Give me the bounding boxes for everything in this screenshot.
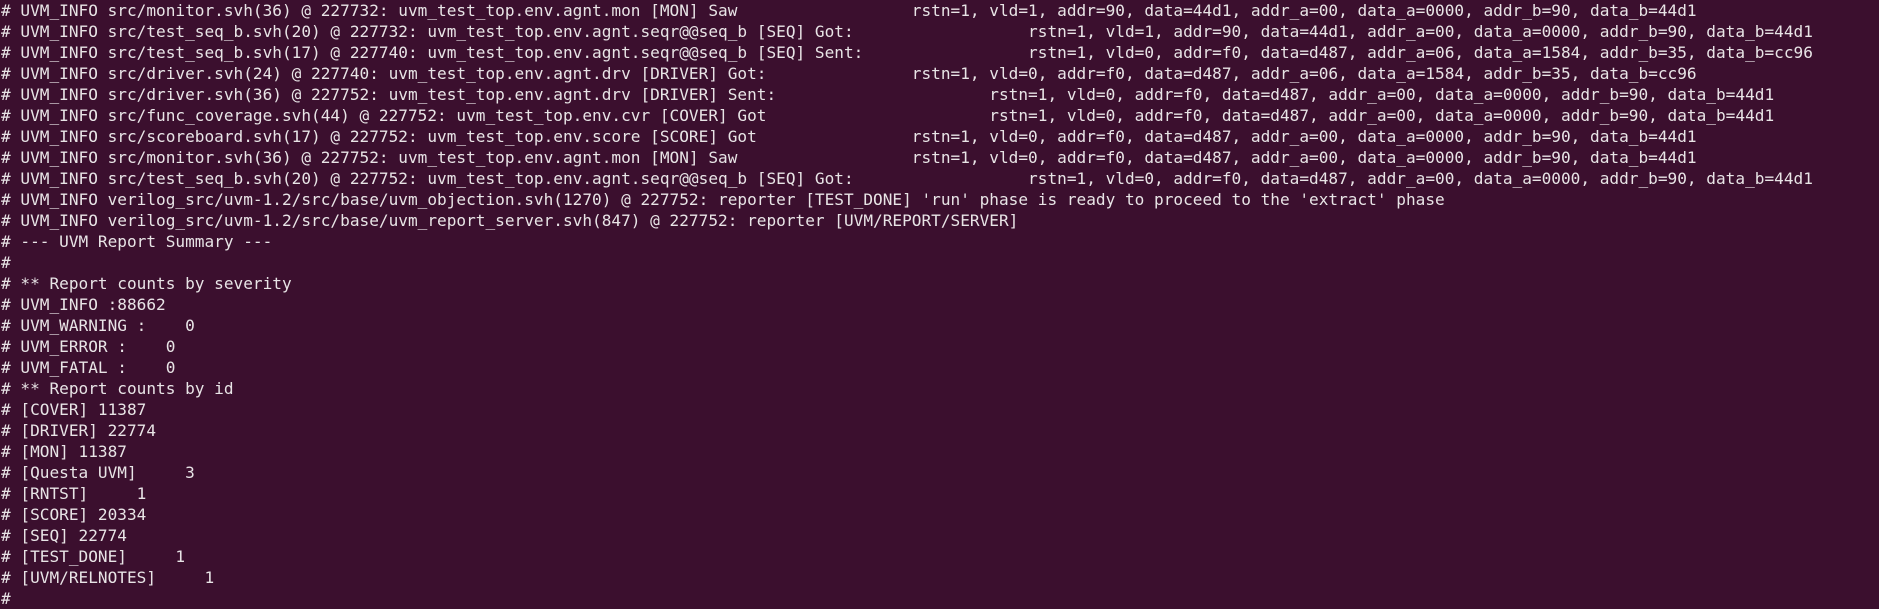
log-line: # UVM_INFO src/test_seq_b.svh(20) @ 2277… [1, 22, 1813, 41]
log-line: # [1, 253, 11, 272]
id-heading: # ** Report counts by id [1, 379, 234, 398]
id-count-rntst: # [RNTST] 1 [1, 484, 147, 503]
log-line: # UVM_INFO src/test_seq_b.svh(20) @ 2277… [1, 169, 1813, 188]
log-line: # UVM_INFO src/monitor.svh(36) @ 227752:… [1, 148, 1697, 167]
log-line: # UVM_INFO src/monitor.svh(36) @ 227732:… [1, 1, 1697, 20]
id-count-questa-uvm: # [Questa UVM] 3 [1, 463, 195, 482]
id-count-seq: # [SEQ] 22774 [1, 526, 127, 545]
severity-count-fatal: # UVM_FATAL : 0 [1, 358, 176, 377]
id-count-cover: # [COVER] 11387 [1, 400, 147, 419]
id-count-test-done: # [TEST_DONE] 1 [1, 547, 186, 566]
severity-count-error: # UVM_ERROR : 0 [1, 337, 176, 356]
id-count-score: # [SCORE] 20334 [1, 505, 147, 524]
log-line: # [1, 589, 11, 608]
id-count-uvm-relnotes: # [UVM/RELNOTES] 1 [1, 568, 215, 587]
log-line: # UVM_INFO src/test_seq_b.svh(17) @ 2277… [1, 43, 1813, 62]
log-line: # UVM_INFO src/driver.svh(24) @ 227740: … [1, 64, 1697, 83]
terminal-output[interactable]: # UVM_INFO src/monitor.svh(36) @ 227732:… [0, 0, 1879, 609]
log-line: # UVM_INFO verilog_src/uvm-1.2/src/base/… [1, 190, 1445, 209]
severity-heading: # ** Report counts by severity [1, 274, 292, 293]
log-line: # UVM_INFO src/func_coverage.svh(44) @ 2… [1, 106, 1775, 125]
id-count-mon: # [MON] 11387 [1, 442, 127, 461]
severity-count-info: # UVM_INFO :88662 [1, 295, 166, 314]
severity-count-warning: # UVM_WARNING : 0 [1, 316, 195, 335]
id-count-driver: # [DRIVER] 22774 [1, 421, 157, 440]
summary-heading: # --- UVM Report Summary --- [1, 232, 273, 251]
log-line: # UVM_INFO src/driver.svh(36) @ 227752: … [1, 85, 1775, 104]
log-line: # UVM_INFO verilog_src/uvm-1.2/src/base/… [1, 211, 1019, 230]
log-line: # UVM_INFO src/scoreboard.svh(17) @ 2277… [1, 127, 1697, 146]
